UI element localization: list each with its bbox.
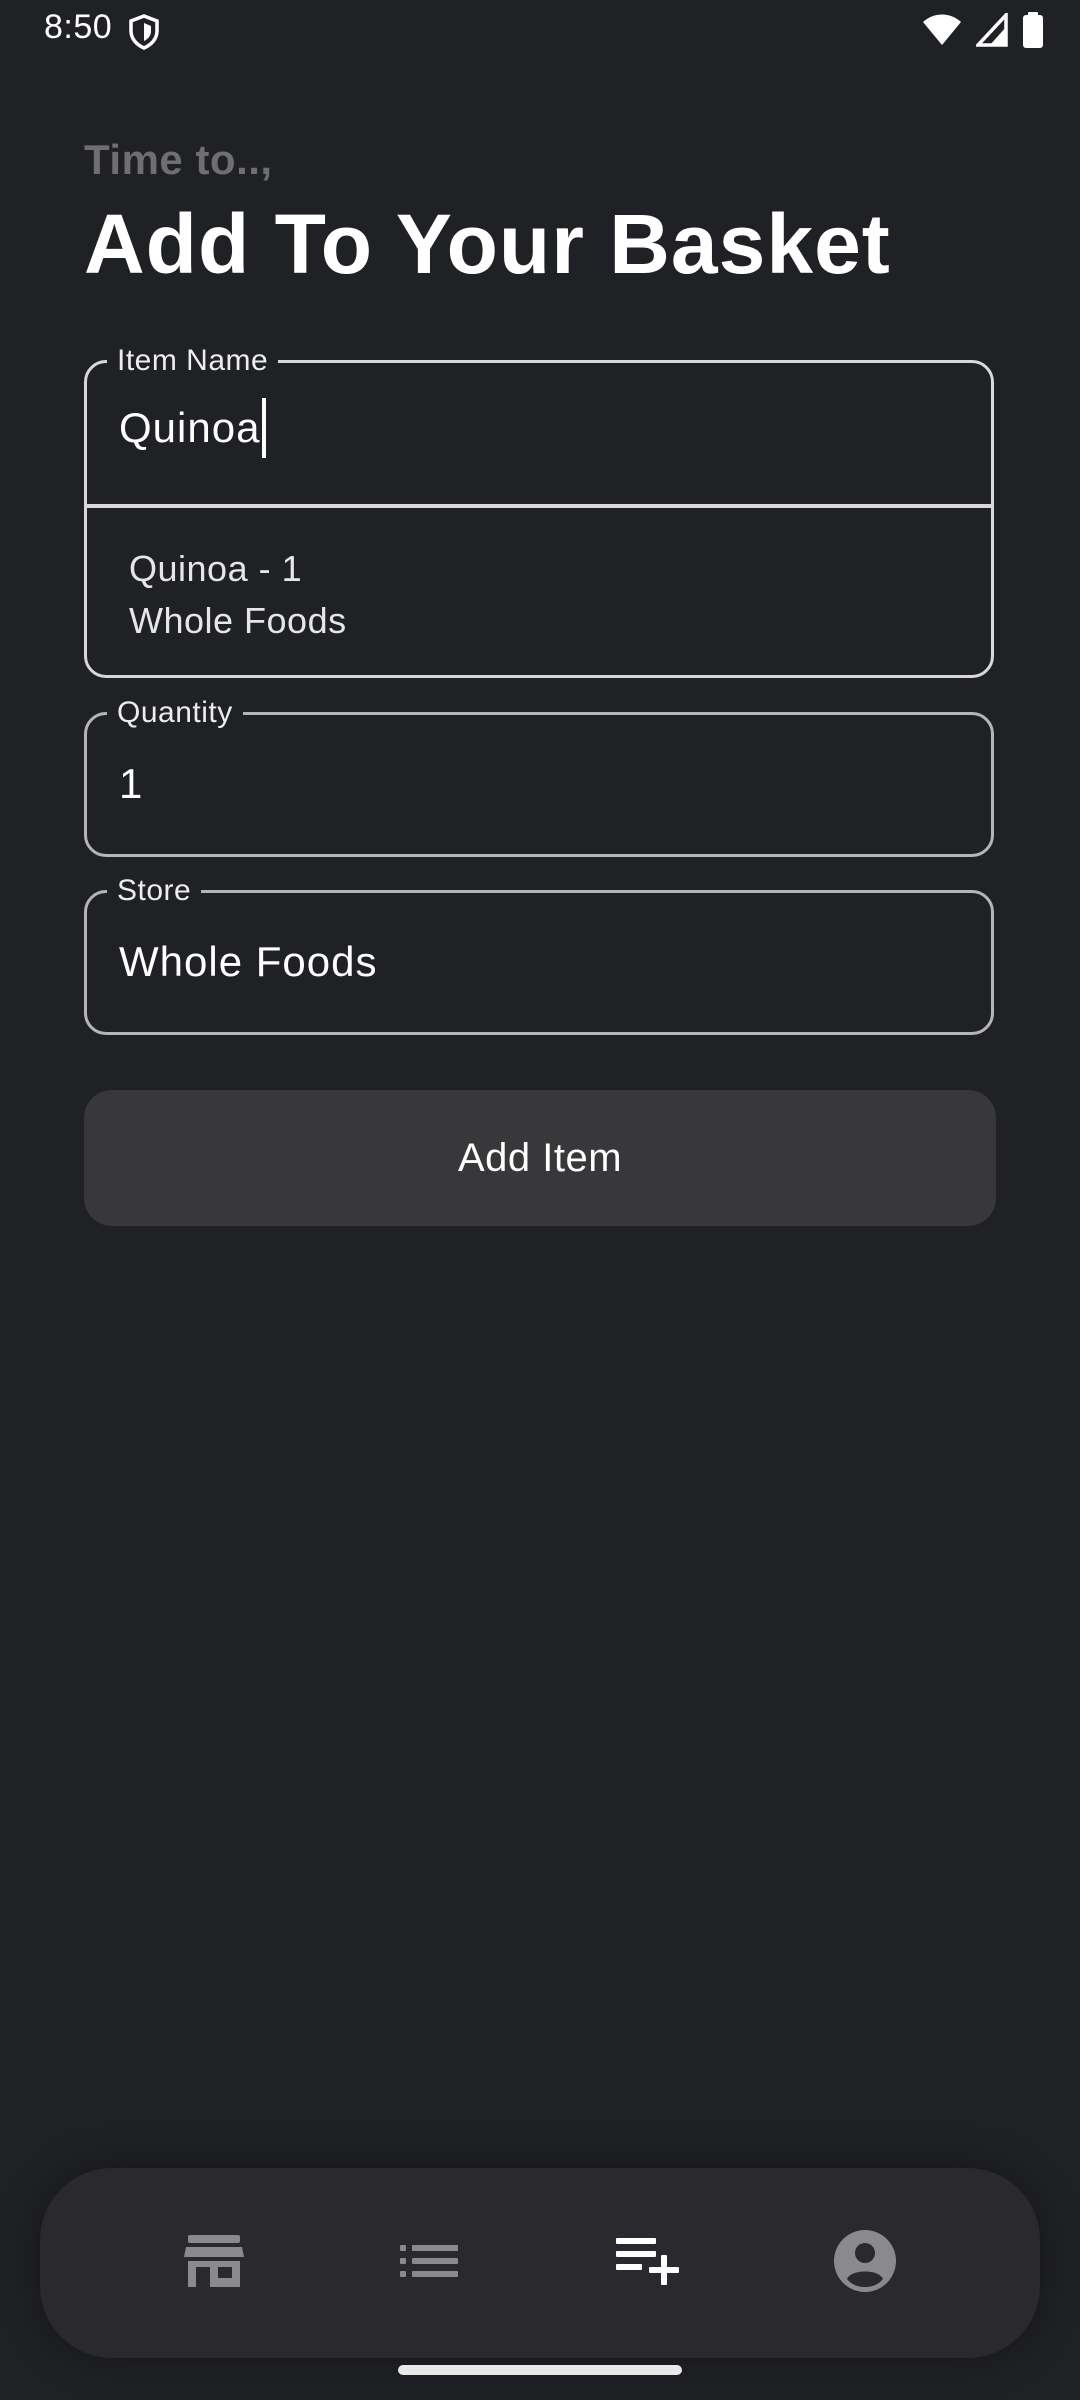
- home-indicator[interactable]: [398, 2365, 682, 2375]
- quantity-label: Quantity: [107, 695, 243, 731]
- page-title: Add To Your Basket: [84, 197, 891, 291]
- add-item-screen: 8:50 Time to.., Add To Your Basket Item …: [0, 0, 1080, 2400]
- quantity-input[interactable]: 1: [119, 759, 143, 809]
- cell-signal-icon: [973, 10, 1008, 52]
- item-name-field[interactable]: Item Name Quinoa Quinoa - 1 Whole Foods: [84, 343, 994, 678]
- bottom-navigation: [40, 2168, 1040, 2358]
- store-field[interactable]: Store Whole Foods: [84, 873, 994, 1035]
- nav-profile-button[interactable]: [825, 2223, 905, 2303]
- account-circle-icon: [833, 2229, 897, 2298]
- text-caret: [262, 397, 267, 458]
- nav-list-button[interactable]: [390, 2223, 470, 2303]
- status-time: 8:50: [44, 8, 113, 46]
- battery-icon: [1022, 12, 1044, 53]
- dropdown-divider: [87, 504, 991, 508]
- store-label: Store: [107, 873, 202, 909]
- add-item-button[interactable]: Add Item: [84, 1090, 996, 1226]
- page-subtitle: Time to..,: [84, 136, 273, 183]
- item-name-input[interactable]: Quinoa: [119, 397, 267, 458]
- suggestion-line-2: Whole Foods: [129, 600, 347, 641]
- storefront-icon: [184, 2234, 244, 2292]
- store-input[interactable]: Whole Foods: [119, 937, 377, 987]
- nav-add-item-button[interactable]: [608, 2223, 688, 2303]
- status-icons: [922, 10, 1044, 53]
- quantity-field[interactable]: Quantity 1: [84, 695, 994, 857]
- item-name-label: Item Name: [107, 343, 279, 379]
- suggestion-line-1: Quinoa - 1: [129, 548, 303, 589]
- list-icon: [400, 2243, 460, 2284]
- shield-icon: [128, 14, 160, 50]
- wifi-icon: [922, 13, 962, 52]
- playlist-add-icon: [616, 2236, 680, 2291]
- item-name-value: Quinoa: [119, 404, 261, 451]
- nav-store-button[interactable]: [174, 2223, 254, 2303]
- autocomplete-suggestion[interactable]: Quinoa - 1 Whole Foods: [129, 543, 347, 647]
- status-bar: 8:50: [0, 0, 1080, 64]
